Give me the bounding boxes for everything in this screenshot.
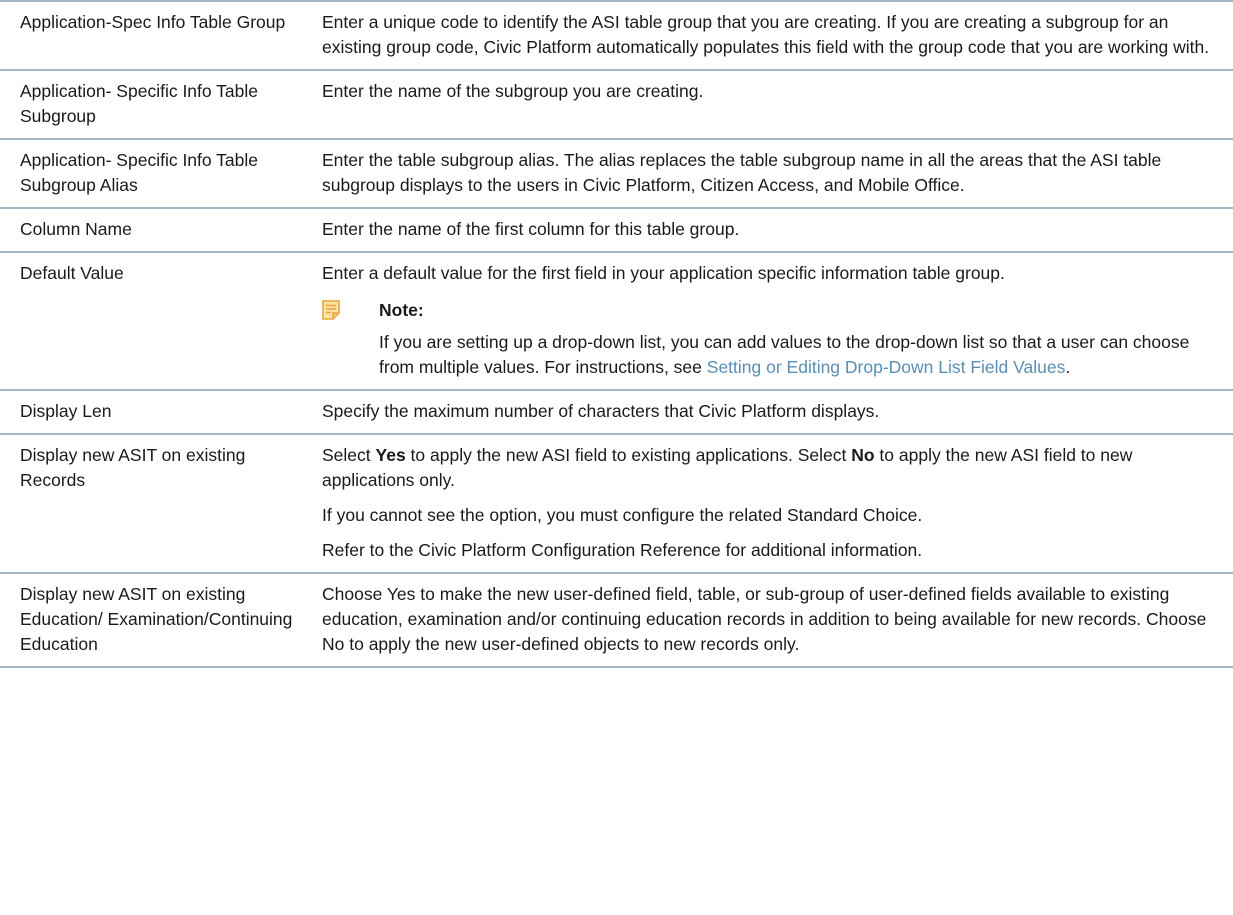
no-option-text: No [851, 445, 875, 465]
drop-down-values-link[interactable]: Setting or Editing Drop-Down List Field … [707, 357, 1066, 377]
reference-note: Refer to the Civic Platform Configuratio… [322, 540, 923, 560]
field-description-cell: Enter a default value for the first fiel… [318, 252, 1233, 390]
table-row: Application-Spec Info Table Group Enter … [0, 1, 1233, 70]
field-definition-table: Application-Spec Info Table Group Enter … [0, 0, 1233, 668]
field-description: Select Yes to apply the new ASI field to… [322, 443, 1219, 493]
field-name: Column Name [20, 219, 132, 239]
note-icon [322, 300, 340, 324]
field-name: Application- Specific Info Table Subgrou… [20, 81, 259, 126]
table-row: Application- Specific Info Table Subgrou… [0, 70, 1233, 139]
field-description: Enter the name of the first column for t… [322, 219, 740, 239]
field-name: Application-Spec Info Table Group [20, 12, 286, 32]
note-text: If you are setting up a drop-down list, … [379, 330, 1219, 380]
field-name: Display new ASIT on existing Records [20, 445, 246, 490]
field-description: Enter a unique code to identify the ASI … [322, 12, 1210, 57]
field-name: Application- Specific Info Table Subgrou… [20, 150, 259, 195]
field-description: Enter the name of the subgroup you are c… [322, 81, 704, 101]
note-text-end: . [1065, 357, 1071, 377]
field-description: Choose Yes to make the new user-defined … [322, 584, 1207, 654]
standard-choice-note: If you cannot see the option, you must c… [322, 505, 923, 525]
table-row: Application- Specific Info Table Subgrou… [0, 139, 1233, 208]
field-description: Enter the table subgroup alias. The alia… [322, 150, 1162, 195]
note-callout: Note: If you are setting up a drop-down … [322, 298, 1219, 380]
note-title: Note: [379, 300, 424, 320]
table-row: Default Value Enter a default value for … [0, 252, 1233, 390]
text-span: Select [322, 445, 376, 465]
table-row: Display new ASIT on existing Records Sel… [0, 434, 1233, 573]
text-span: to apply the new ASI field to existing a… [405, 445, 852, 465]
field-description-cell: Select Yes to apply the new ASI field to… [318, 434, 1233, 573]
field-description: Enter a default value for the first fiel… [322, 263, 1005, 283]
table-row: Display Len Specify the maximum number o… [0, 390, 1233, 434]
field-description: Specify the maximum number of characters… [322, 401, 880, 421]
table-row: Column Name Enter the name of the first … [0, 208, 1233, 252]
table-row: Display new ASIT on existing Education/ … [0, 573, 1233, 667]
field-name: Display Len [20, 401, 112, 421]
yes-option-text: Yes [375, 445, 406, 465]
field-name: Default Value [20, 263, 124, 283]
field-name: Display new ASIT on existing Education/ … [20, 584, 293, 654]
